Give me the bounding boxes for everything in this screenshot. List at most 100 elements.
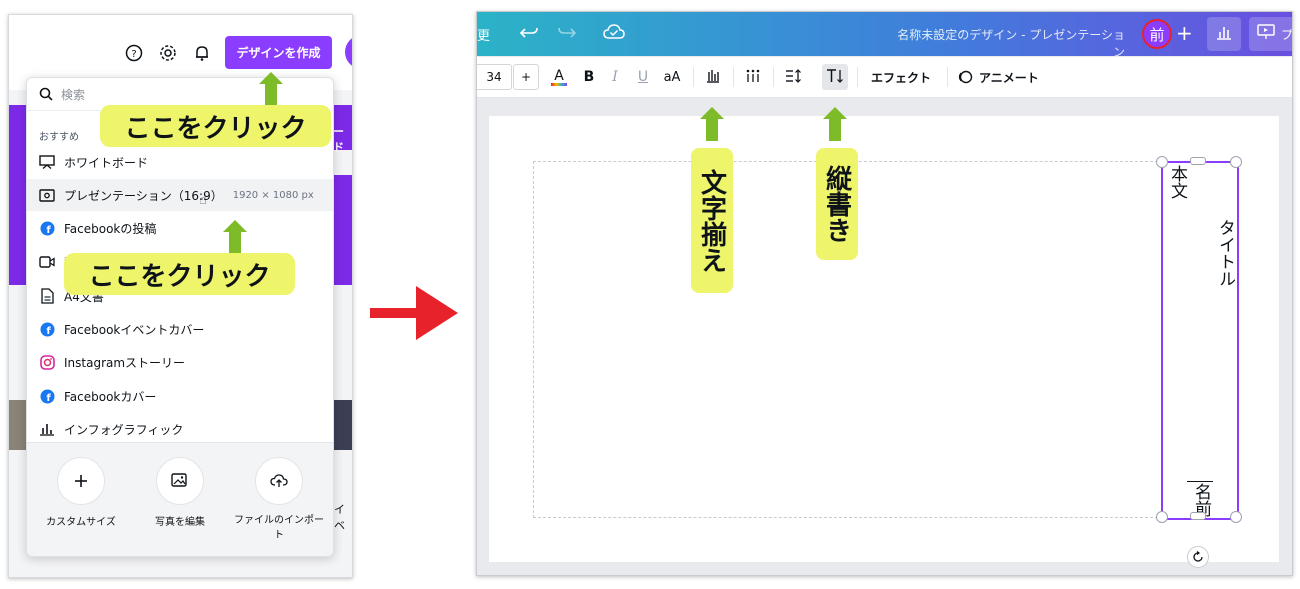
whiteboard-icon — [38, 153, 56, 171]
vertical-text-box[interactable]: 本文 タイトル 名前 — [1161, 161, 1239, 520]
vertical-list-icon — [746, 69, 760, 86]
vertical-text-button[interactable] — [822, 64, 848, 90]
resize-handle[interactable] — [1156, 156, 1168, 168]
effects-button[interactable]: エフェクト — [865, 57, 937, 97]
help-icon[interactable]: ? — [123, 42, 145, 64]
vertical-text-title: タイトル — [1215, 219, 1235, 287]
divider — [773, 67, 774, 87]
action-label: 写真を編集 — [155, 517, 205, 528]
red-arrow-icon — [370, 282, 460, 348]
text-align-button[interactable] — [701, 57, 725, 97]
resize-handle[interactable] — [1230, 511, 1242, 523]
color-bar — [551, 82, 567, 86]
resize-handle[interactable] — [1190, 157, 1206, 165]
cloud-saved-icon[interactable] — [603, 23, 625, 45]
green-arrow-icon — [259, 72, 283, 84]
green-arrow-stem — [706, 119, 718, 141]
menu-item-whiteboard[interactable]: ホワイトボード — [27, 146, 333, 178]
menu-item-label: インフォグラフィック — [64, 422, 184, 437]
underline-button[interactable]: U — [631, 57, 655, 97]
callout-click-here-2: ここをクリック — [64, 253, 295, 295]
presentation-icon — [38, 186, 56, 204]
undo-icon[interactable] — [519, 22, 539, 46]
italic-button[interactable]: I — [603, 57, 627, 97]
document-title[interactable]: 名称未設定のデザイン - プレゼンテーション — [887, 26, 1125, 60]
rotate-icon[interactable] — [1187, 546, 1209, 568]
green-arrow-stem — [829, 119, 841, 141]
create-design-dropdown: 検索 おすすめ ホワイトボード プレゼンテーション（16:9） 1920 × 1… — [26, 77, 334, 557]
menu-item-label: Instagramストーリー — [64, 355, 186, 370]
search-placeholder: 検索 — [61, 87, 86, 102]
background-banner-left-2 — [9, 175, 27, 285]
facebook-icon: f — [38, 387, 56, 405]
background-thumb-left — [9, 400, 27, 450]
resize-handle[interactable] — [1190, 512, 1206, 520]
avatar[interactable]: 前 — [1142, 19, 1172, 49]
create-design-button[interactable]: デザインを作成 — [225, 36, 332, 69]
menu-item-presentation[interactable]: プレゼンテーション（16:9） 1920 × 1080 px ☝ — [27, 179, 333, 211]
background-banner-left — [9, 105, 27, 175]
spacing-button[interactable] — [781, 57, 805, 97]
present-button[interactable]: プ — [1249, 17, 1292, 51]
green-arrow-icon — [700, 107, 724, 119]
svg-text:?: ? — [131, 49, 136, 60]
pointer-cursor-icon: ☝ — [199, 193, 207, 208]
avatar[interactable] — [345, 35, 352, 69]
custom-size-button[interactable]: カスタムサイズ — [33, 457, 129, 528]
font-size-input[interactable]: 34 — [477, 64, 512, 90]
resize-handle[interactable] — [1230, 156, 1242, 168]
slide-canvas[interactable]: 本文 タイトル 名前 — [489, 116, 1279, 568]
background-banner-right-2 — [332, 175, 352, 285]
present-icon — [1257, 24, 1275, 44]
menu-item-label: Facebookの投稿 — [64, 221, 157, 236]
letter-case-button[interactable]: aA — [659, 57, 685, 97]
bold-button[interactable]: B — [577, 57, 601, 97]
menu-item-infographic[interactable]: インフォグラフィック — [27, 413, 333, 445]
insights-button[interactable] — [1207, 17, 1241, 51]
editor-header: 更 名称未設定のデザイン - プレゼンテーション 前 + プ — [477, 12, 1292, 59]
list-button[interactable] — [741, 57, 765, 97]
text-color-button[interactable]: A — [547, 57, 571, 97]
callout-vertical-writing: 縦書き — [816, 148, 858, 260]
divider — [947, 67, 948, 87]
redo-icon[interactable] — [557, 22, 577, 46]
menu-item-facebook-event-cover[interactable]: f Facebookイベントカバー — [27, 313, 333, 345]
cloud-upload-icon — [255, 457, 303, 505]
edit-photo-button[interactable]: 写真を編集 — [132, 457, 228, 528]
text-color-icon: A — [554, 67, 564, 84]
menu-item-facebook-post[interactable]: f Facebookの投稿 — [27, 212, 333, 244]
vertical-text-main: 本文 — [1167, 165, 1187, 199]
header-partial-label: 更 — [477, 29, 491, 44]
text-rule — [1187, 481, 1213, 482]
background-text: イベ — [334, 503, 345, 532]
divider — [693, 67, 694, 87]
quick-actions: カスタムサイズ 写真を編集 ファイルのインポート — [27, 442, 333, 556]
menu-item-facebook-cover[interactable]: f Facebookカバー — [27, 380, 333, 412]
plus-icon — [57, 457, 105, 505]
video-icon — [38, 253, 56, 271]
menu-item-instagram-story[interactable]: Instagramストーリー — [27, 346, 333, 378]
resize-handle[interactable] — [1156, 511, 1168, 523]
divider — [857, 67, 858, 87]
section-label: おすすめ — [39, 132, 79, 143]
bell-icon[interactable] — [191, 42, 213, 64]
font-size-increase-button[interactable]: + — [513, 64, 539, 90]
menu-item-label: Facebookイベントカバー — [64, 322, 205, 337]
menu-item-size: 1920 × 1080 px — [232, 189, 314, 201]
green-arrow-stem — [229, 232, 241, 254]
gear-icon[interactable] — [157, 42, 179, 64]
green-arrow-stem — [265, 84, 277, 106]
document-icon — [38, 287, 56, 305]
callout-text-align: 文字揃え — [691, 148, 733, 293]
import-file-button[interactable]: ファイルのインポート — [231, 457, 327, 543]
add-collaborator-button[interactable]: + — [1176, 21, 1193, 45]
svg-text:f: f — [46, 326, 51, 337]
animate-button[interactable]: アニメート — [957, 57, 1047, 97]
line-spacing-icon — [785, 68, 801, 86]
action-label: カスタムサイズ — [46, 517, 116, 528]
menu-item-label: ホワイトボード — [64, 155, 149, 170]
facebook-icon: f — [38, 219, 56, 237]
search-icon — [39, 87, 53, 101]
green-arrow-icon — [223, 220, 247, 232]
action-label: ファイルのインポート — [234, 515, 324, 541]
